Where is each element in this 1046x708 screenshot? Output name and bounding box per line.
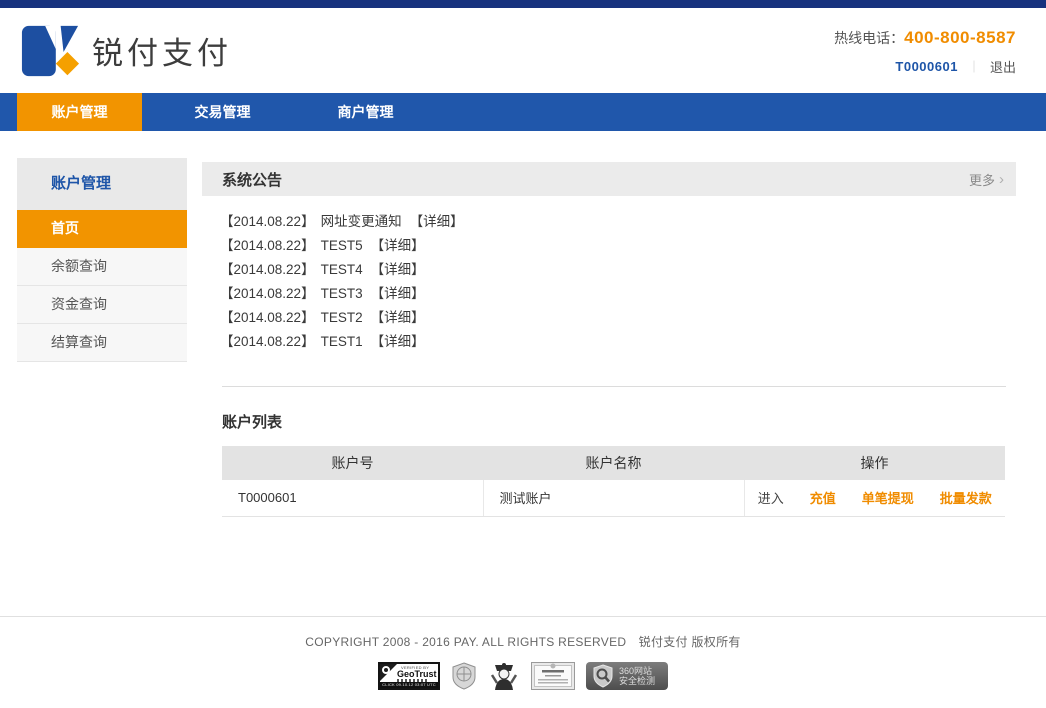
announcement-detail-link[interactable]: 【详细】 [371, 238, 425, 253]
announcement-date: 【2014.08.22】 [220, 286, 315, 301]
announcement-date: 【2014.08.22】 [220, 238, 315, 253]
announcement-title[interactable]: TEST4 [321, 262, 363, 277]
announcement-title[interactable]: TEST2 [321, 310, 363, 325]
main-panel: 系统公告 更多 › 【2014.08.22】网址变更通知【详细】 【2014.0… [202, 162, 1016, 517]
column-account-no: 账户号 [222, 446, 483, 480]
announcement-list: 【2014.08.22】网址变更通知【详细】 【2014.08.22】TEST5… [202, 210, 1016, 354]
certificate-badge[interactable] [531, 662, 575, 690]
chevron-right-icon: › [999, 172, 1004, 187]
announcement-title[interactable]: TEST3 [321, 286, 363, 301]
announcement-item: 【2014.08.22】 TEST4 【详细】 [220, 258, 1016, 282]
sidebar-title: 账户管理 [17, 158, 187, 210]
announcement-title[interactable]: 网址变更通知 [321, 214, 402, 229]
cell-actions: 进入 充值 单笔提现 批量发款 [744, 480, 1005, 516]
mascot-badge[interactable] [488, 661, 520, 691]
announcement-item: 【2014.08.22】 TEST1 【详细】 [220, 330, 1016, 354]
geotrust-click-line: CLICK 09.10.12 03:07 UTC [380, 682, 438, 688]
announcement-item: 【2014.08.22】 TEST3 【详细】 [220, 282, 1016, 306]
nav-tab-transaction-management[interactable]: 交易管理 [160, 93, 285, 131]
cell-account-no: T0000601 [222, 480, 483, 516]
copyright-text: COPYRIGHT 2008 - 2016 PAY. ALL RIGHTS RE… [0, 633, 1046, 650]
sidebar-item-balance-query[interactable]: 余额查询 [17, 248, 187, 286]
enter-link[interactable]: 进入 [758, 488, 784, 507]
logo-mark-icon [20, 23, 80, 79]
single-withdraw-link[interactable]: 单笔提现 [862, 488, 914, 507]
row-actions: 进入 充值 单笔提现 批量发款 [745, 488, 1006, 507]
page-footer: COPYRIGHT 2008 - 2016 PAY. ALL RIGHTS RE… [0, 616, 1046, 691]
table-header-row: 账户号 账户名称 操作 [222, 446, 1005, 480]
announcement-item: 【2014.08.22】 TEST5 【详细】 [220, 234, 1016, 258]
announcement-title[interactable]: TEST1 [321, 334, 363, 349]
content-area: 账户管理 首页 余额查询 资金查询 结算查询 系统公告 更多 › 【2014.0… [0, 131, 1046, 517]
section-divider [222, 386, 1006, 387]
page-header: 锐付支付 热线电话：400-800-8587 T0000601 ｜ 退出 [0, 8, 1046, 93]
announcement-date: 【2014.08.22】 [220, 334, 315, 349]
table-row: T0000601 测试账户 进入 充值 单笔提现 批量发款 [222, 480, 1005, 516]
brand-name: 锐付支付 [92, 28, 232, 73]
user-id: T0000601 [895, 59, 958, 74]
geotrust-badge[interactable]: VERIFIED BY GeoTrust CLICK 09.10.12 03:0… [378, 662, 440, 690]
account-list-title: 账户列表 [222, 411, 1016, 432]
batch-payment-link[interactable]: 批量发款 [940, 488, 992, 507]
announcement-detail-link[interactable]: 【详细】 [371, 310, 425, 325]
seal-badge[interactable] [451, 662, 477, 690]
hotline: 热线电话：400-800-8587 [834, 28, 1016, 48]
badge-360-text: 360网站 安全检测 [619, 666, 655, 686]
geotrust-name: GeoTrust [397, 669, 437, 679]
more-label: 更多 [969, 170, 995, 189]
badge-360-security[interactable]: 360网站 安全检测 [586, 662, 668, 690]
cell-account-name: 测试账户 [483, 480, 744, 516]
recharge-link[interactable]: 充值 [810, 488, 836, 507]
column-account-name: 账户名称 [483, 446, 744, 480]
separator: ｜ [968, 58, 980, 75]
more-link[interactable]: 更多 › [969, 170, 1004, 189]
sidebar: 账户管理 首页 余额查询 资金查询 结算查询 [17, 158, 187, 517]
announcements-header: 系统公告 更多 › [202, 162, 1016, 196]
sidebar-item-funds-query[interactable]: 资金查询 [17, 286, 187, 324]
hotline-label: 热线电话： [834, 30, 904, 46]
announcement-detail-link[interactable]: 【详细】 [410, 214, 464, 229]
certification-badges: VERIFIED BY GeoTrust CLICK 09.10.12 03:0… [0, 661, 1046, 691]
logout-button[interactable]: 退出 [990, 57, 1016, 76]
user-line: T0000601 ｜ 退出 [834, 57, 1016, 76]
announcement-date: 【2014.08.22】 [220, 310, 315, 325]
announcement-date: 【2014.08.22】 [220, 262, 315, 277]
announcement-detail-link[interactable]: 【详细】 [371, 286, 425, 301]
sidebar-item-home[interactable]: 首页 [17, 210, 187, 248]
sidebar-item-settlement-query[interactable]: 结算查询 [17, 324, 187, 362]
announcement-detail-link[interactable]: 【详细】 [371, 334, 425, 349]
geotrust-logo-icon [382, 666, 390, 674]
column-actions: 操作 [744, 446, 1005, 480]
announcement-item: 【2014.08.22】 TEST2 【详细】 [220, 306, 1016, 330]
announcement-title[interactable]: TEST5 [321, 238, 363, 253]
announcement-item: 【2014.08.22】网址变更通知【详细】 [220, 210, 1016, 234]
nav-tab-account-management[interactable]: 账户管理 [17, 93, 142, 131]
header-right: 热线电话：400-800-8587 T0000601 ｜ 退出 [834, 26, 1016, 76]
announcements-title: 系统公告 [222, 169, 282, 190]
announcement-date: 【2014.08.22】 [220, 214, 315, 229]
nav-tab-merchant-management[interactable]: 商户管理 [303, 93, 428, 131]
account-table: 账户号 账户名称 操作 T0000601 测试账户 进入 充值 单笔提现 批量发… [222, 446, 1005, 517]
top-accent-strip [0, 0, 1046, 8]
main-navbar: 账户管理 交易管理 商户管理 [0, 93, 1046, 131]
shield-magnifier-icon [592, 664, 614, 688]
logo: 锐付支付 [20, 23, 232, 79]
announcement-detail-link[interactable]: 【详细】 [371, 262, 425, 277]
hotline-number: 400-800-8587 [904, 28, 1016, 47]
